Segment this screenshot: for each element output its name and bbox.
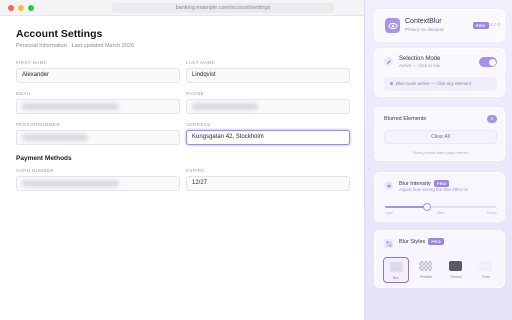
last-name-field: LAST NAME Lindqvist xyxy=(186,60,350,83)
blur-styles-label: Blur Styles xyxy=(399,239,426,245)
personnummer-label: PERSONNUMMER xyxy=(16,122,61,127)
selection-status-text: Blur mode active — click any element xyxy=(396,81,472,86)
phone-field: PHONE xyxy=(186,91,350,114)
blur-style-options: Blur Pixelate Redact Fade xyxy=(383,257,499,283)
expiry-input[interactable]: 12/27 xyxy=(186,176,350,191)
blur-styles-card: Blur Styles PRO Blur Pixelate Redact Fade xyxy=(374,230,505,288)
first-name-field: FIRST NAME Alexander xyxy=(16,60,180,83)
last-name-input[interactable]: Lindqvist xyxy=(186,68,350,83)
extension-panel: ContextBlur Privacy on demand PRO v2.0.0… xyxy=(364,0,512,320)
style-option-pixelate[interactable]: Pixelate xyxy=(413,257,439,283)
first-name-label: FIRST NAME xyxy=(16,60,48,65)
intensity-slider-thumb[interactable] xyxy=(423,203,432,211)
blurred-elements-card: Blurred Elements 4 Clear All Blurs persi… xyxy=(374,107,505,161)
blurred-elements-title: Blurred Elements xyxy=(384,116,427,122)
blur-swatch-icon xyxy=(390,262,403,272)
intensity-slider-fill xyxy=(385,206,428,208)
toggle-knob xyxy=(488,58,496,66)
last-name-label: LAST NAME xyxy=(186,60,216,65)
selection-mode-card: Selection Mode Active — click to blur Bl… xyxy=(374,48,505,97)
grid-icon xyxy=(384,239,393,248)
page-title: Account Settings xyxy=(16,28,103,40)
personnummer-field: PERSONNUMMER xyxy=(16,122,180,145)
email-field: EMAIL xyxy=(16,91,180,114)
style-option-fade[interactable]: Fade xyxy=(473,257,499,283)
payment-methods-heading: Payment Methods xyxy=(16,155,72,162)
phone-input-blurred[interactable] xyxy=(186,99,350,114)
selection-mode-subtitle: Active — click to blur xyxy=(399,63,441,68)
browser-window: banking.example.com/account/settings Acc… xyxy=(0,0,364,320)
clear-all-button[interactable]: Clear All xyxy=(384,130,497,144)
selection-mode-title: Selection Mode xyxy=(399,56,441,62)
address-bar[interactable]: banking.example.com/account/settings xyxy=(112,3,334,13)
email-label: EMAIL xyxy=(16,91,32,96)
address-input[interactable]: Kungsgatan 42, Stockholm xyxy=(186,130,350,145)
address-label: ADDRESS xyxy=(186,122,211,127)
eye-icon xyxy=(385,18,400,33)
fade-swatch-icon xyxy=(479,261,492,271)
settings-page: Account Settings Personal Information · … xyxy=(16,28,350,191)
style-option-label: Blur xyxy=(392,276,400,280)
status-dot-icon xyxy=(390,82,393,86)
style-option-redact[interactable]: Redact xyxy=(443,257,469,283)
version-label: v2.0.0 xyxy=(488,22,501,27)
card-number-input-blurred[interactable] xyxy=(16,176,180,191)
persist-note: Blurs persist after page refresh xyxy=(413,150,468,155)
style-option-label: Pixelate xyxy=(419,275,433,279)
address-field: ADDRESS Kungsgatan 42, Stockholm xyxy=(186,122,350,145)
email-input-blurred[interactable] xyxy=(16,99,180,114)
zoom-window-button[interactable] xyxy=(28,5,34,11)
scale-mid-label: Med xyxy=(437,211,444,215)
blur-intensity-title: Blur Intensity PRO xyxy=(399,180,450,187)
first-name-input[interactable]: Alexander xyxy=(16,68,180,83)
blur-intensity-card: Blur Intensity PRO Adjust how strong the … xyxy=(374,172,505,222)
scale-max-label: Heavy xyxy=(487,211,497,215)
pencil-icon xyxy=(384,57,393,66)
pro-badge: PRO xyxy=(428,238,444,245)
intensity-slider-track[interactable] xyxy=(385,203,496,211)
blurred-content xyxy=(22,180,120,187)
selection-mode-toggle[interactable] xyxy=(479,57,497,67)
close-window-button[interactable] xyxy=(8,5,14,11)
style-option-label: Fade xyxy=(482,275,490,279)
page-subtitle: Personal Information · Last updated Marc… xyxy=(16,43,135,49)
payment-form: CARD NUMBER EXPIRY 12/27 xyxy=(16,168,350,191)
pro-badge: PRO xyxy=(433,180,450,187)
personal-info-form: FIRST NAME Alexander LAST NAME Lindqvist… xyxy=(16,60,350,145)
blurred-content xyxy=(22,134,88,141)
extension-tagline: Privacy on demand xyxy=(405,27,444,32)
browser-titlebar: banking.example.com/account/settings xyxy=(0,0,364,16)
card-number-field: CARD NUMBER xyxy=(16,168,180,191)
blurred-content xyxy=(192,103,258,110)
style-option-label: Redact xyxy=(450,275,462,279)
card-number-label: CARD NUMBER xyxy=(16,168,54,173)
pro-badge: PRO xyxy=(473,22,489,29)
scale-min-label: Light xyxy=(385,211,393,215)
expiry-field: EXPIRY 12/27 xyxy=(186,168,350,191)
blur-styles-title: Blur Styles PRO xyxy=(399,238,444,245)
blurred-count-badge: 4 xyxy=(487,115,497,123)
expiry-label: EXPIRY xyxy=(186,168,205,173)
phone-label: PHONE xyxy=(186,91,205,96)
extension-name: ContextBlur xyxy=(405,18,442,25)
blurred-content xyxy=(22,103,120,110)
blur-intensity-subtitle: Adjust how strong the blur effect is xyxy=(399,187,468,192)
sun-icon xyxy=(384,181,393,190)
redact-swatch-icon xyxy=(449,261,462,271)
extension-header: ContextBlur Privacy on demand PRO v2.0.0 xyxy=(374,9,505,42)
pixelate-swatch-icon xyxy=(419,261,432,271)
personnummer-input-blurred[interactable] xyxy=(16,130,180,145)
selection-status: Blur mode active — click any element xyxy=(384,77,497,91)
style-option-blur[interactable]: Blur xyxy=(383,257,409,283)
minimize-window-button[interactable] xyxy=(18,5,24,11)
